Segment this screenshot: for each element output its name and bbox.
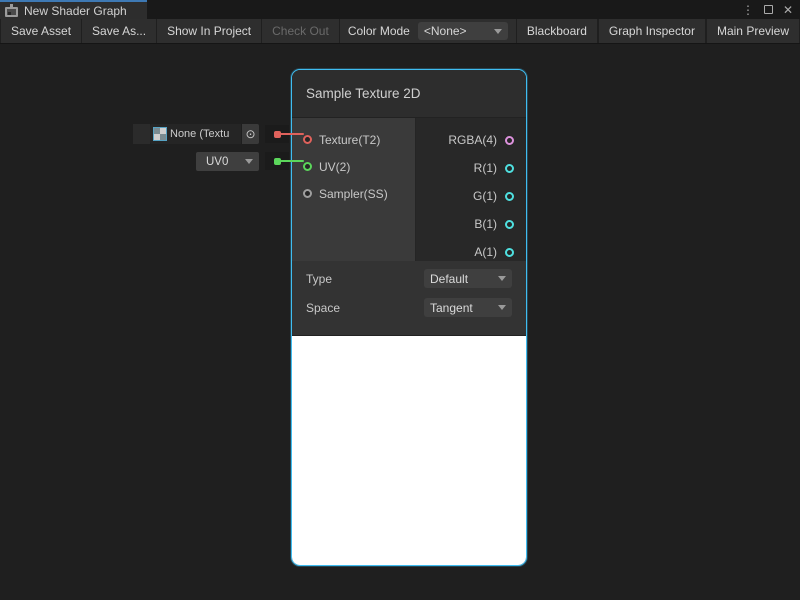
shader-graph-window: New Shader Graph ⋮ ✕ Save Asset Save As.… [0,0,800,600]
space-dropdown[interactable]: Tangent [424,298,512,317]
tab-new-shader-graph[interactable]: New Shader Graph [0,0,147,19]
input-port-texture[interactable]: Texture(T2) [292,126,415,153]
graph-inspector-toggle-button[interactable]: Graph Inspector [598,19,706,43]
texture-edge-wire[interactable] [279,133,304,135]
show-in-project-button[interactable]: Show In Project [157,19,262,43]
object-picker-icon[interactable]: ⊙ [241,124,259,144]
port-label: Texture(T2) [319,133,380,147]
chevron-down-icon [498,276,506,281]
type-dropdown[interactable]: Default [424,269,512,288]
toolbar: Save Asset Save As... Show In Project Ch… [0,19,800,44]
port-circle-icon[interactable] [303,135,312,144]
port-circle-icon[interactable] [505,248,514,257]
texture-thumbnail-icon [154,128,166,140]
port-circle-icon[interactable] [505,136,514,145]
node-ports: Texture(T2) UV(2) Sampler(SS) RGBA(4) R(… [292,118,526,261]
chevron-down-icon [498,305,506,310]
save-as-button[interactable]: Save As... [82,19,157,43]
port-label: RGBA(4) [448,133,497,147]
output-port-g[interactable]: G(1) [416,182,526,210]
window-close-icon[interactable]: ✕ [780,2,796,18]
type-control-row: Type Default [306,269,512,288]
port-label: G(1) [473,189,497,203]
output-port-rgba[interactable]: RGBA(4) [416,126,526,154]
texture-object-field[interactable]: None (Textu ⊙ [150,124,259,144]
texture-object-value: None (Textu [170,128,241,140]
chevron-down-icon [245,159,253,164]
space-control-row: Space Tangent [306,298,512,317]
uv-edge-wire[interactable] [279,160,304,162]
window-controls: ⋮ ✕ [740,0,800,19]
main-preview-toggle-button[interactable]: Main Preview [706,19,800,43]
port-label: UV(2) [319,160,350,174]
port-label: A(1) [474,245,497,259]
sample-texture-2d-node[interactable]: Sample Texture 2D Texture(T2) UV(2) Samp… [291,69,527,566]
tab-bar: New Shader Graph ⋮ ✕ [0,0,800,19]
node-controls: Type Default Space Tangent [292,261,526,336]
type-label: Type [306,272,332,286]
port-label: Sampler(SS) [319,187,388,201]
blackboard-toggle-button[interactable]: Blackboard [516,19,598,43]
output-port-r[interactable]: R(1) [416,154,526,182]
port-label: B(1) [474,217,497,231]
color-mode-label: Color Mode [340,19,418,43]
type-value: Default [430,272,468,286]
node-title[interactable]: Sample Texture 2D [292,70,526,118]
tab-title: New Shader Graph [24,4,127,18]
save-asset-button[interactable]: Save Asset [0,19,82,43]
uv-channel-value: UV0 [206,156,228,168]
input-port-uv[interactable]: UV(2) [292,153,415,180]
check-out-button: Check Out [262,19,340,43]
port-circle-icon[interactable] [303,189,312,198]
port-circle-icon[interactable] [505,192,514,201]
input-port-sampler[interactable]: Sampler(SS) [292,180,415,207]
color-mode-dropdown[interactable]: <None> [418,22,508,40]
node-preview-image[interactable] [292,336,526,565]
port-circle-icon[interactable] [505,164,514,173]
window-menu-icon[interactable]: ⋮ [740,2,756,18]
uv-channel-dropdown[interactable]: UV0 [196,152,259,171]
space-label: Space [306,301,340,315]
slot-stub [133,124,150,144]
window-maximize-icon[interactable] [760,2,776,18]
port-circle-icon[interactable] [303,162,312,171]
input-ports: Texture(T2) UV(2) Sampler(SS) [292,118,416,261]
port-circle-icon[interactable] [505,220,514,229]
port-label: R(1) [474,161,497,175]
output-ports: RGBA(4) R(1) G(1) B(1) A(1) [416,118,526,261]
color-mode-value: <None> [424,24,467,38]
chevron-down-icon [494,29,502,34]
output-port-b[interactable]: B(1) [416,210,526,238]
shader-graph-asset-icon [5,4,18,17]
space-value: Tangent [430,301,473,315]
